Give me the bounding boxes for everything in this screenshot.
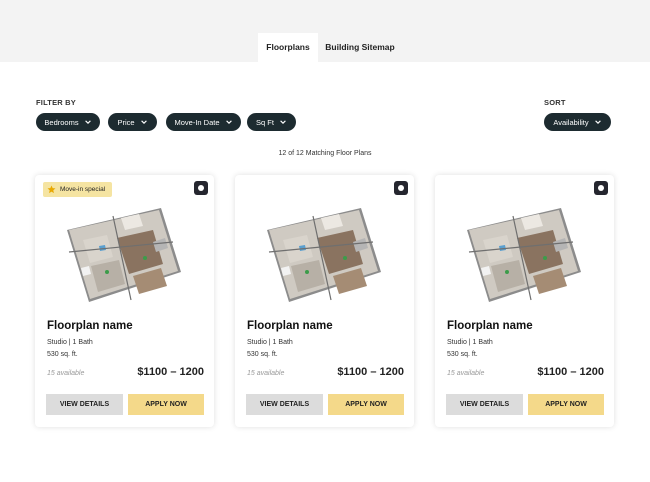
floorplan-card[interactable]: Floorplan name Studio | 1 Bath 530 sq. f… (235, 175, 414, 427)
filter-bedrooms-dropdown[interactable]: Bedrooms (36, 113, 100, 131)
filter-move-in-date-label: Move-In Date (174, 117, 220, 127)
view-details-button[interactable]: VIEW DETAILS (246, 394, 323, 415)
floorplan-name: Floorplan name (47, 320, 133, 332)
move-in-special-badge: Move-in special (43, 182, 113, 197)
chevron-down-icon (594, 120, 601, 124)
sort-label: SORT (544, 98, 566, 107)
chevron-down-icon (140, 120, 147, 124)
view-details-button[interactable]: VIEW DETAILS (446, 394, 523, 415)
filter-sqft-label: Sq Ft (256, 117, 274, 127)
virtual-tour-icon[interactable] (394, 181, 408, 195)
floorplan-availability: 15 available (47, 370, 85, 377)
floorplan-sqft: 530 sq. ft. (47, 351, 78, 358)
sort-value: Availability (553, 117, 589, 127)
floorplan-availability: 15 available (447, 370, 485, 377)
filter-sqft-dropdown[interactable]: Sq Ft (247, 113, 296, 131)
floorplan-card[interactable]: Floorplan name Studio | 1 Bath 530 sq. f… (435, 175, 614, 427)
filter-bedrooms-label: Bedrooms (44, 117, 79, 127)
filter-move-in-date-dropdown[interactable]: Move-In Date (166, 113, 241, 131)
star-icon (47, 185, 56, 194)
sort-availability-dropdown[interactable]: Availability (544, 113, 611, 131)
filter-by-label: FILTER BY (36, 98, 76, 107)
apply-now-button[interactable]: APPLY NOW (528, 394, 604, 415)
floorplan-sqft: 530 sq. ft. (247, 351, 278, 358)
floorplan-name: Floorplan name (247, 320, 333, 332)
tab-floorplans[interactable]: Floorplans (258, 33, 318, 62)
floorplan-price: $1100 – 1200 (337, 366, 404, 378)
filter-price-label: Price (117, 117, 135, 127)
filter-price-dropdown[interactable]: Price (108, 113, 157, 131)
virtual-tour-icon[interactable] (594, 181, 608, 195)
tab-bar: Floorplans Building Sitemap (258, 33, 402, 62)
floorplan-image (67, 208, 181, 302)
floorplan-sqft: 530 sq. ft. (447, 351, 478, 358)
virtual-tour-icon[interactable] (194, 181, 208, 195)
floorplan-image (467, 208, 581, 302)
floorplan-name: Floorplan name (447, 320, 533, 332)
apply-now-button[interactable]: APPLY NOW (328, 394, 404, 415)
chevron-down-icon (84, 120, 91, 124)
chevron-down-icon (225, 120, 232, 124)
floorplan-card[interactable]: Move-in special Floorplan name Studio | … (35, 175, 214, 427)
floorplan-beds: Studio | 1 Bath (447, 339, 493, 346)
floorplan-image (267, 208, 381, 302)
floorplan-beds: Studio | 1 Bath (247, 339, 293, 346)
view-details-button[interactable]: VIEW DETAILS (46, 394, 123, 415)
floorplan-price: $1100 – 1200 (537, 366, 604, 378)
tab-building-sitemap[interactable]: Building Sitemap (318, 33, 402, 62)
matching-count: 12 of 12 Matching Floor Plans (278, 150, 372, 157)
apply-now-button[interactable]: APPLY NOW (128, 394, 204, 415)
floorplan-beds: Studio | 1 Bath (47, 339, 93, 346)
floorplan-price: $1100 – 1200 (137, 366, 204, 378)
badge-label: Move-in special (60, 186, 106, 193)
floorplan-availability: 15 available (247, 370, 285, 377)
chevron-down-icon (280, 120, 286, 124)
